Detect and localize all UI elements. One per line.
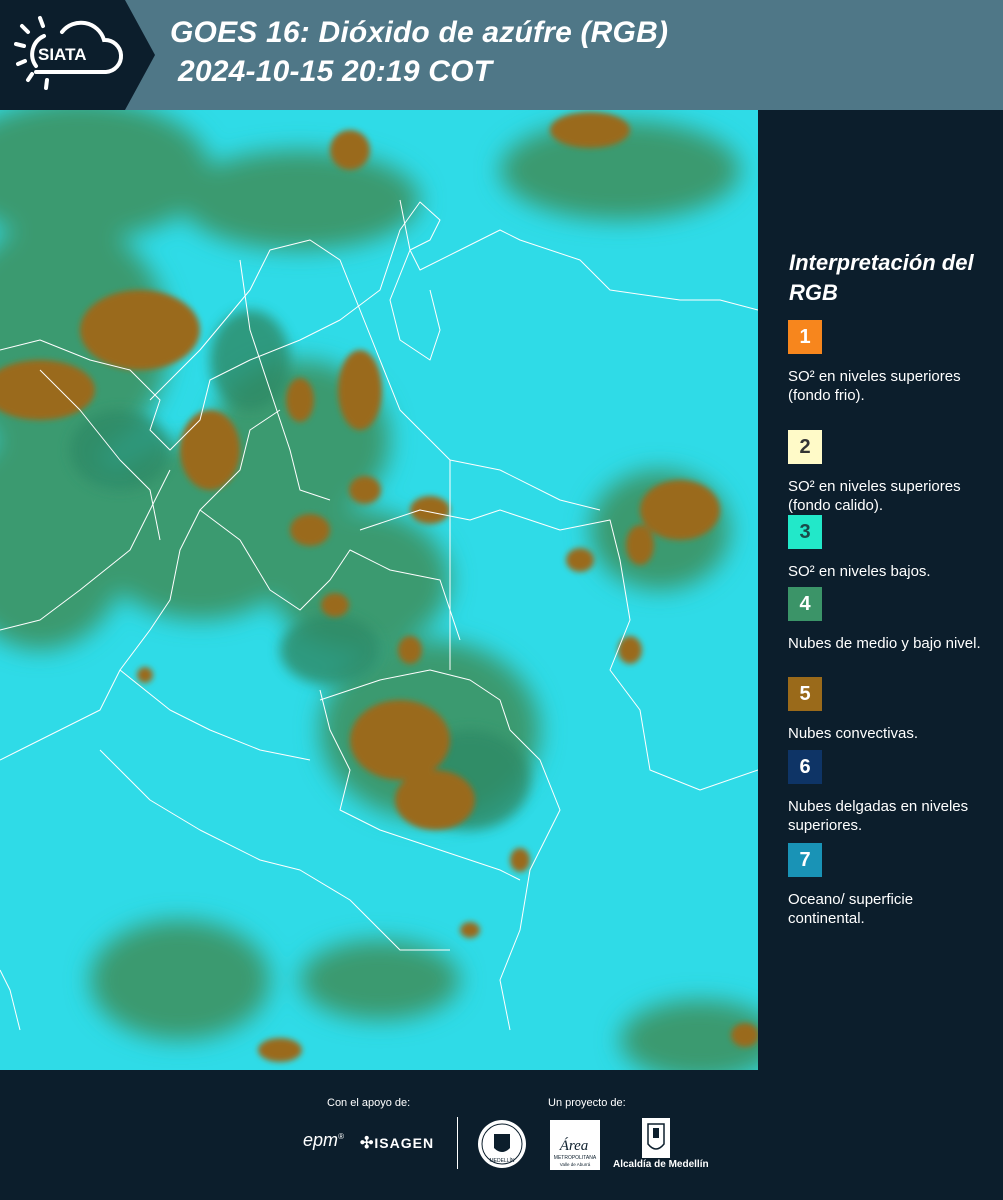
header-bar: SIATA GOES 16: Dióxido de azúfre (RGB) 2… bbox=[0, 0, 1003, 110]
legend-item: 7 Oceano/ superficie continental. bbox=[788, 843, 993, 928]
legend-label: SO² en niveles superiores (fondo calido)… bbox=[788, 478, 961, 514]
legend-label: SO² en niveles bajos. bbox=[788, 563, 931, 580]
area-metropolitana-logo: Área METROPOLITANA Valle de Aburrá bbox=[550, 1120, 600, 1170]
legend-label: Nubes de medio y bajo nivel. bbox=[788, 635, 981, 652]
map-timestamp: 2024-10-15 20:19 COT bbox=[178, 55, 493, 88]
legend-panel: Interpretación del RGB 1 SO² en niveles s… bbox=[758, 110, 1003, 1070]
map-title: GOES 16: Dióxido de azúfre (RGB) bbox=[170, 16, 669, 49]
isagen-logo: ✣ISAGEN bbox=[360, 1135, 435, 1152]
legend-title: Interpretación del RGB bbox=[789, 250, 974, 305]
medellin-seal-icon: MEDELLÍN bbox=[478, 1120, 526, 1168]
svg-text:Área: Área bbox=[559, 1137, 589, 1154]
legend-item: 1 SO² en niveles superiores (fondo frio). bbox=[788, 320, 993, 405]
legend-label: Nubes convectivas. bbox=[788, 725, 919, 742]
legend-swatch: 4 bbox=[788, 587, 822, 621]
sun-cloud-icon: SIATA bbox=[14, 16, 123, 90]
legend-swatch: 1 bbox=[788, 320, 822, 354]
legend-swatch: 7 bbox=[788, 843, 822, 877]
svg-text:MEDELLÍN: MEDELLÍN bbox=[489, 1157, 514, 1164]
legend-item: 6 Nubes delgadas en niveles superiores. bbox=[788, 750, 993, 835]
legend-item: 5 Nubes convectivas. bbox=[788, 677, 993, 743]
legend-item: 3 SO² en niveles bajos. bbox=[788, 515, 993, 581]
footer: Con el apoyo de: Un proyecto de: epm® ✣I… bbox=[0, 1070, 1003, 1200]
project-label: Un proyecto de: bbox=[548, 1097, 626, 1109]
legend-swatch: 6 bbox=[788, 750, 822, 784]
legend-item: 2 SO² en niveles superiores (fondo calido… bbox=[788, 430, 993, 515]
legend-swatch: 3 bbox=[788, 515, 822, 549]
alcaldia-shield-icon bbox=[642, 1118, 670, 1158]
svg-text:SIATA: SIATA bbox=[38, 45, 86, 64]
svg-text:METROPOLITANA: METROPOLITANA bbox=[554, 1155, 597, 1161]
footer-divider bbox=[457, 1117, 458, 1169]
siata-logo: SIATA bbox=[0, 0, 155, 110]
legend-label: Nubes delgadas en niveles superiores. bbox=[788, 798, 969, 834]
epm-logo: epm® bbox=[303, 1130, 344, 1150]
legend-label: SO² en niveles superiores (fondo frio). bbox=[788, 368, 961, 404]
alcaldia-label: Alcaldía de Medellín bbox=[613, 1159, 709, 1170]
support-label: Con el apoyo de: bbox=[327, 1097, 411, 1109]
legend-item: 4 Nubes de medio y bajo nivel. bbox=[788, 587, 993, 653]
isagen-icon: ✣ bbox=[360, 1135, 375, 1152]
svg-text:Valle de Aburrá: Valle de Aburrá bbox=[560, 1162, 591, 1167]
satellite-image bbox=[0, 110, 758, 1070]
legend-swatch: 2 bbox=[788, 430, 822, 464]
legend-label: Oceano/ superficie continental. bbox=[788, 891, 914, 927]
legend-swatch: 5 bbox=[788, 677, 822, 711]
satellite-map bbox=[0, 110, 758, 1070]
